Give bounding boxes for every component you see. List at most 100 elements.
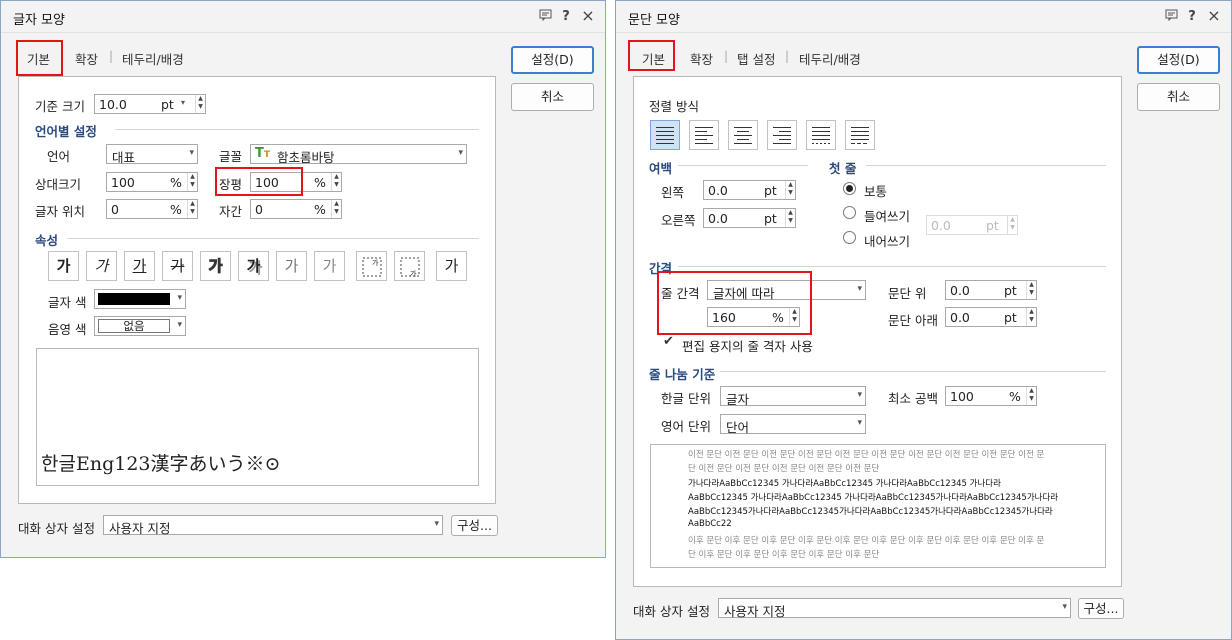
tab-separator: |: [109, 49, 114, 63]
ok-button[interactable]: 설정(D): [511, 46, 594, 74]
divider: [115, 129, 479, 130]
config-button[interactable]: 구성...: [1078, 598, 1124, 619]
first-line-normal-radio[interactable]: [843, 182, 856, 195]
title-bar: 글자 모양 ? ×: [1, 1, 605, 33]
strikethrough-button[interactable]: 가: [162, 251, 193, 281]
outline-button[interactable]: 가: [200, 251, 231, 281]
dropdown-arrow-icon: ▾: [189, 148, 194, 158]
center-align-icon[interactable]: [728, 120, 758, 150]
korean-unit-select[interactable]: 글자 ▾: [720, 386, 866, 407]
first-line-unit: pt: [986, 218, 999, 233]
language-select[interactable]: 대표 ▾: [106, 144, 198, 165]
spinner-icon[interactable]: ▲ ▼: [187, 200, 197, 218]
font-select[interactable]: TT 함초롬바탕 ▾: [250, 144, 467, 165]
spinner-icon[interactable]: ▲ ▼: [331, 173, 341, 191]
spacing-unit: %: [314, 202, 326, 217]
spinner-icon[interactable]: ▲ ▼: [331, 200, 341, 218]
spacing-field[interactable]: 0 % ▲ ▼: [250, 199, 342, 219]
superscript-icon[interactable]: 가: [356, 251, 387, 281]
help-icon[interactable]: ?: [558, 9, 574, 24]
text-color-select[interactable]: ▾: [94, 289, 186, 309]
dropdown-arrow-icon: ▾: [177, 293, 182, 303]
char-pos-field[interactable]: 0 % ▲ ▼: [106, 199, 198, 219]
dropdown-arrow-icon[interactable]: ▾: [181, 98, 185, 107]
emboss-button[interactable]: 가: [276, 251, 307, 281]
close-icon[interactable]: ×: [580, 6, 596, 25]
right-margin-unit: pt: [764, 211, 777, 226]
dialog-title: 문단 모양: [628, 13, 680, 28]
highlight-box: [657, 271, 812, 335]
right-align-icon[interactable]: [767, 120, 797, 150]
base-size-field[interactable]: 10.0 pt ▾ ▲ ▼: [94, 94, 206, 114]
checkmark-icon[interactable]: ✔: [663, 334, 674, 349]
base-size-unit: pt: [161, 97, 174, 112]
italic-button[interactable]: 가: [86, 251, 117, 281]
help-window-icon[interactable]: [1163, 9, 1179, 25]
para-shape-dialog: 문단 모양 ? × 기본 확장 | 탭 설정 | 테두리/배경 설정(D) 취소…: [615, 0, 1232, 640]
min-space-value: 100: [950, 389, 974, 404]
dropdown-arrow-icon: ▾: [458, 148, 463, 158]
tab-extended[interactable]: 확장: [75, 49, 98, 68]
first-line-indent-radio[interactable]: [843, 206, 856, 219]
margin-section-title: 여백: [649, 161, 673, 176]
para-above-unit: pt: [1004, 283, 1017, 298]
spinner-icon[interactable]: ▲ ▼: [785, 181, 795, 199]
spinner-icon[interactable]: ▲ ▼: [195, 95, 205, 113]
shadow-button[interactable]: 가: [238, 251, 269, 281]
first-line-outdent-radio[interactable]: [843, 231, 856, 244]
shade-color-value: 없음: [98, 319, 170, 333]
cancel-button[interactable]: 취소: [511, 83, 594, 111]
para-below-field[interactable]: 0.0 pt ▲ ▼: [945, 307, 1037, 327]
dropdown-arrow-icon: ▾: [857, 418, 862, 428]
divide-align-icon[interactable]: [845, 120, 875, 150]
preview-line: AaBbCc12345 가나다라AaBbCc12345 가나다라AaBbCc12…: [688, 493, 1059, 503]
min-space-field[interactable]: 100 % ▲ ▼: [945, 386, 1037, 406]
bold-button[interactable]: 가: [48, 251, 79, 281]
tab-border-bg[interactable]: 테두리/배경: [122, 49, 184, 68]
spinner-icon[interactable]: ▲ ▼: [785, 209, 795, 227]
tab-tab-settings[interactable]: 탭 설정: [737, 49, 775, 68]
rel-size-field[interactable]: 100 % ▲ ▼: [106, 172, 198, 192]
first-line-indent-label: 들여쓰기: [864, 209, 911, 224]
left-margin-field[interactable]: 0.0 pt ▲ ▼: [703, 180, 796, 200]
spinner-icon[interactable]: ▲ ▼: [1026, 308, 1036, 326]
tab-separator: |: [785, 49, 790, 63]
close-icon[interactable]: ×: [1206, 6, 1222, 25]
config-button[interactable]: 구성...: [451, 515, 498, 536]
ok-button[interactable]: 설정(D): [1137, 46, 1220, 74]
grid-check-label: 편집 용지의 줄 격자 사용: [682, 339, 813, 354]
preview-line: 단 이후 문단 이후 문단 이후 문단 이후 문단 이후 문단: [688, 550, 880, 560]
normal-button[interactable]: 가: [436, 251, 467, 281]
english-unit-select[interactable]: 단어 ▾: [720, 414, 866, 435]
para-above-field[interactable]: 0.0 pt ▲ ▼: [945, 280, 1037, 300]
help-window-icon[interactable]: [537, 9, 553, 25]
subscript-icon[interactable]: 가: [394, 251, 425, 281]
underline-button[interactable]: 가: [124, 251, 155, 281]
shade-color-select[interactable]: 없음 ▾: [94, 316, 186, 336]
engrave-button[interactable]: 가: [314, 251, 345, 281]
left-margin-value: 0.0: [708, 183, 728, 198]
help-icon[interactable]: ?: [1184, 9, 1200, 24]
lang-section-title: 언어별 설정: [35, 124, 97, 139]
highlight-box: [628, 40, 675, 71]
distribute-align-icon[interactable]: [806, 120, 836, 150]
para-below-value: 0.0: [950, 310, 970, 325]
english-unit-value: 단어: [726, 420, 750, 435]
right-margin-field[interactable]: 0.0 pt ▲ ▼: [703, 208, 796, 228]
dialog-setting-value: 사용자 지정: [724, 604, 786, 619]
dialog-setting-select[interactable]: 사용자 지정 ▾: [103, 515, 443, 536]
left-align-icon[interactable]: [689, 120, 719, 150]
spinner-icon[interactable]: ▲ ▼: [1026, 387, 1036, 405]
char-pos-unit: %: [170, 202, 182, 217]
cancel-button[interactable]: 취소: [1137, 83, 1220, 111]
spinner-icon[interactable]: ▲ ▼: [187, 173, 197, 191]
svg-text:가: 가: [410, 269, 417, 278]
justify-align-icon[interactable]: [650, 120, 680, 150]
tab-extended[interactable]: 확장: [690, 49, 713, 68]
first-line-value-field[interactable]: 0.0 pt ▲ ▼: [926, 215, 1018, 235]
tab-border-bg[interactable]: 테두리/배경: [799, 49, 861, 68]
right-margin-value: 0.0: [708, 211, 728, 226]
spinner-icon[interactable]: ▲ ▼: [1026, 281, 1036, 299]
left-margin-label: 왼쪽: [661, 185, 685, 200]
dialog-setting-select[interactable]: 사용자 지정 ▾: [718, 598, 1071, 619]
